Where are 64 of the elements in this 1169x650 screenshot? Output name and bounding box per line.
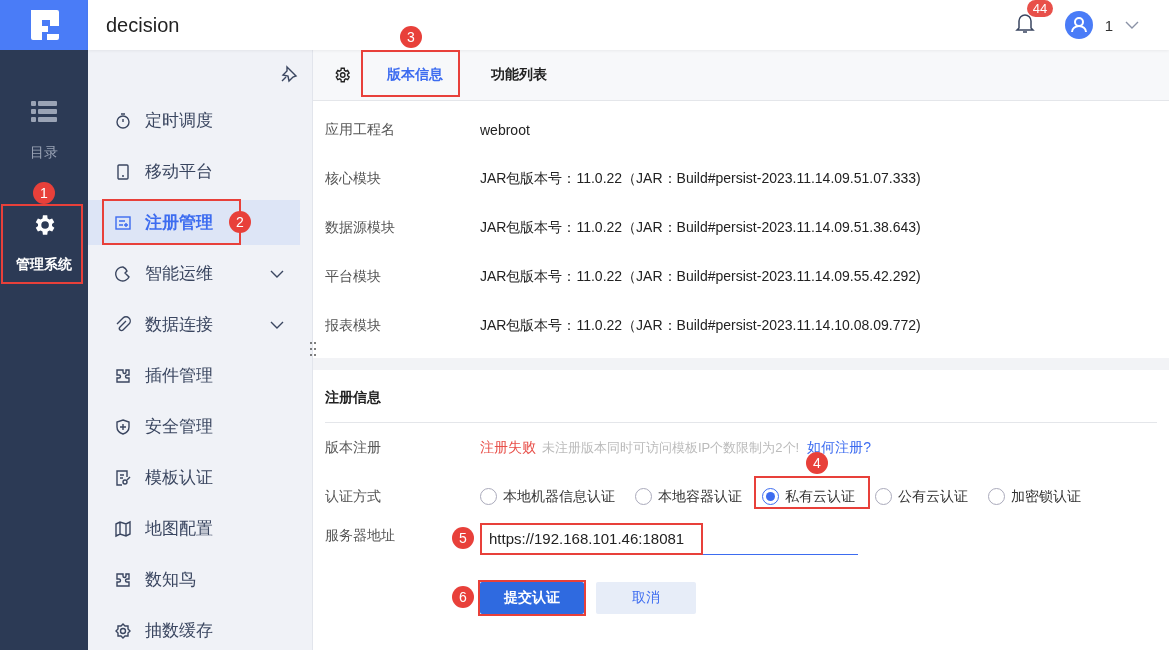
- tab[interactable]: 版本信息: [381, 66, 449, 84]
- chevron-down-icon[interactable]: [1125, 21, 1139, 29]
- tab[interactable]: 功能列表: [485, 66, 553, 84]
- radio-option[interactable]: 公有云认证: [875, 487, 968, 506]
- callout-badge: 5: [452, 527, 474, 549]
- menu-icon: [114, 621, 132, 640]
- menu-icon: [114, 264, 132, 283]
- sidebar-item[interactable]: 抽数缓存: [88, 608, 300, 650]
- radio-option[interactable]: 本地容器认证: [635, 487, 742, 506]
- sidebar-item[interactable]: 移动平台: [88, 149, 300, 194]
- field-label: 应用工程名: [325, 120, 396, 139]
- sidebar-item[interactable]: 数据连接: [88, 302, 300, 347]
- input-field[interactable]: https://192.168.101.46:18081: [480, 523, 703, 555]
- bell-icon[interactable]: [1014, 12, 1035, 34]
- menu-icon: [114, 111, 132, 130]
- field-value: webroot: [480, 121, 530, 138]
- field-value: JAR包版本号：11.0.22（JAR：Build#persist-2023.11.14.09.55.42.292): [480, 267, 921, 286]
- sidebar-item[interactable]: 插件管理: [88, 353, 300, 398]
- note-text: 未注册版本同时可访问模板IP个数限制为2个!: [542, 438, 800, 457]
- drag-handle-icon[interactable]: [309, 341, 317, 357]
- field-label: 认证方式: [325, 487, 382, 506]
- avatar-icon[interactable]: [1064, 11, 1093, 39]
- field-label: 核心模块: [325, 169, 382, 188]
- menu-icon: [114, 315, 132, 334]
- callout-badge: 2: [229, 211, 251, 233]
- settings-icon[interactable]: [333, 66, 351, 84]
- pin-icon[interactable]: [280, 65, 298, 83]
- sidebar-item[interactable]: 注册管理 2: [88, 200, 300, 245]
- cancel-button[interactable]: 取消: [596, 582, 696, 614]
- radio-option[interactable]: 本地机器信息认证: [480, 487, 615, 506]
- sidebar-item[interactable]: 安全管理: [88, 404, 300, 449]
- field-label: 平台模块: [325, 267, 382, 286]
- callout-badge: 1: [33, 182, 55, 204]
- menu-icon: [114, 213, 132, 232]
- sidebar-item[interactable]: 地图配置: [88, 506, 300, 551]
- callout-badge: 6: [452, 586, 474, 608]
- field-label: 服务器地址: [325, 527, 396, 545]
- section-title: 注册信息: [325, 370, 1157, 423]
- sidebar-item[interactable]: 数知鸟: [88, 557, 300, 602]
- menu-icon: [114, 468, 132, 487]
- sidebar-item[interactable]: 定时调度: [88, 98, 300, 143]
- field-label: 数据源模块: [325, 218, 396, 237]
- submit-button[interactable]: 提交认证: [480, 582, 584, 614]
- user-name[interactable]: 1: [1104, 16, 1113, 34]
- field-value: JAR包版本号：11.0.22（JAR：Build#persist-2023.11.14.09.51.07.333): [480, 169, 921, 188]
- app-title: decision: [106, 13, 180, 37]
- list-icon: [31, 100, 57, 122]
- radio-option[interactable]: 私有云认证: [762, 487, 855, 506]
- menu-icon: [114, 570, 132, 589]
- notification-count: 44: [1026, 0, 1054, 17]
- sidebar-item[interactable]: 智能运维: [88, 251, 300, 296]
- field-value: JAR包版本号：11.0.22（JAR：Build#persist-2023.11.14.10.08.09.772): [480, 316, 921, 335]
- field-label: 版本注册: [325, 438, 382, 457]
- rail-item[interactable]: 目录: [4, 96, 84, 166]
- rail-item[interactable]: 管理系统: [4, 206, 84, 276]
- menu-icon: [114, 519, 132, 538]
- radio-option[interactable]: 加密锁认证: [988, 487, 1081, 506]
- field-value: JAR包版本号：11.0.22（JAR：Build#persist-2023.11.14.09.51.38.643): [480, 218, 921, 237]
- field-label: 报表模块: [325, 316, 382, 335]
- sidebar-item[interactable]: 模板认证: [88, 455, 300, 500]
- status-text: 注册失败: [480, 438, 536, 457]
- menu-icon: [114, 162, 132, 181]
- menu-icon: [114, 366, 132, 385]
- menu-icon: [114, 417, 132, 436]
